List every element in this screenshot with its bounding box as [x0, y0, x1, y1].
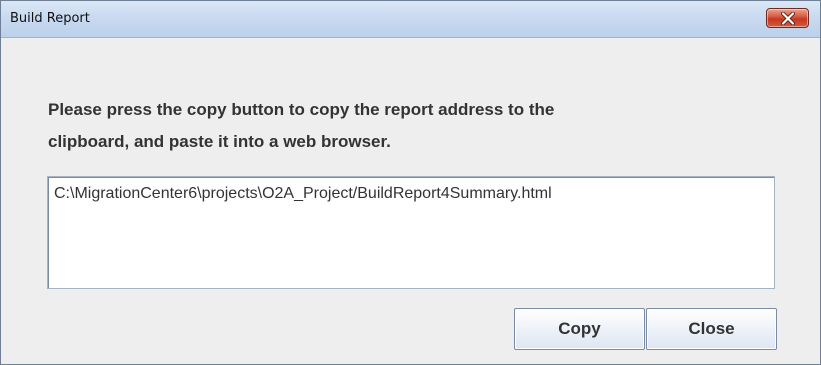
report-path-text[interactable]: C:\MigrationCenter6\projects\O2A_Project… [54, 185, 552, 203]
instruction-message: Please press the copy button to copy the… [48, 94, 768, 158]
window-close-button[interactable] [766, 8, 809, 28]
report-path-textarea[interactable]: C:\MigrationCenter6\projects\O2A_Project… [47, 176, 775, 289]
close-icon [781, 12, 795, 25]
message-line-1: Please press the copy button to copy the… [48, 100, 555, 119]
title-bar[interactable]: Build Report [1, 1, 820, 38]
dialog-window: Build Report Please press the copy butto… [0, 0, 821, 365]
message-line-2: clipboard, and paste it into a web brows… [48, 132, 391, 151]
window-title: Build Report [10, 11, 90, 26]
copy-button[interactable]: Copy [514, 308, 645, 350]
close-button[interactable]: Close [646, 308, 777, 350]
